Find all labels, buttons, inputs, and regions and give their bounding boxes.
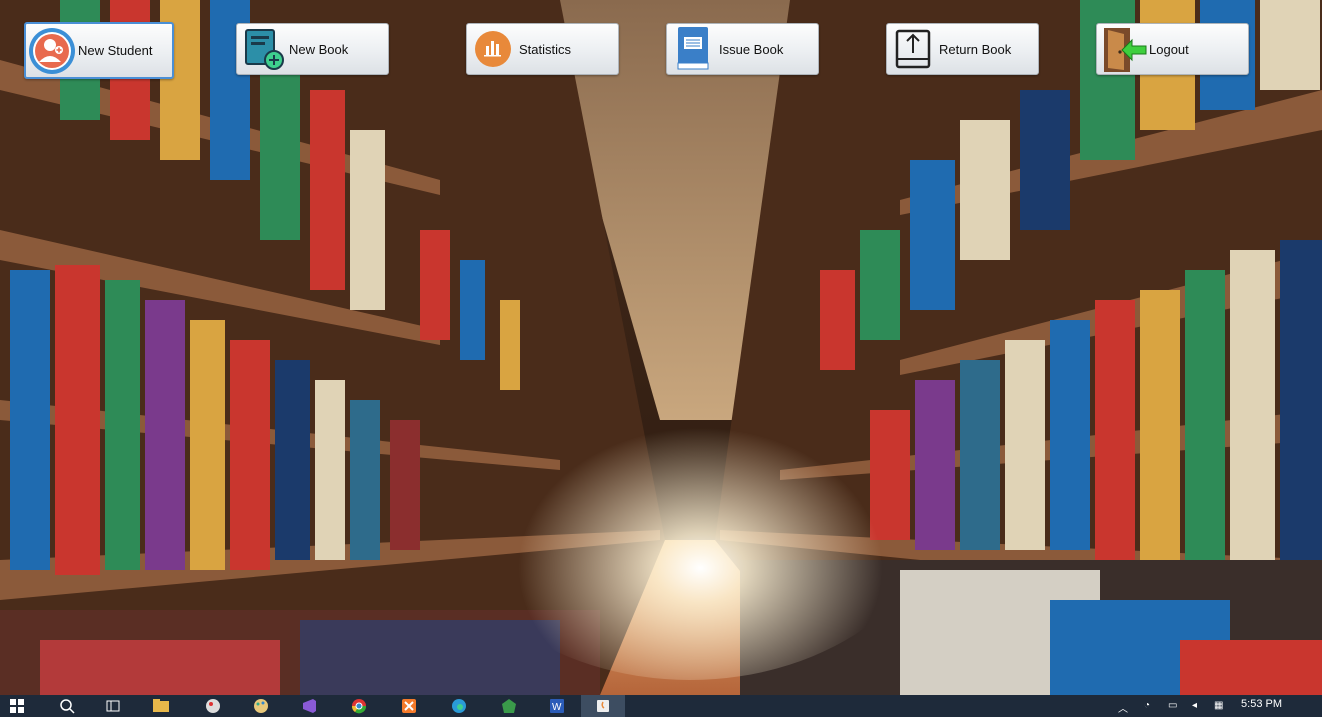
new-book-icon [237, 24, 289, 74]
return-book-label: Return Book [939, 41, 1012, 57]
new-student-label: New Student [78, 43, 153, 58]
keyboard-icon[interactable]: ▦ [1214, 700, 1223, 711]
taskbar-clock[interactable]: 5:53 PM [1241, 698, 1282, 710]
issue-book-icon [667, 24, 719, 74]
edge-icon[interactable] [450, 698, 468, 714]
app-green-icon[interactable] [500, 698, 518, 714]
library-background-image [0, 0, 1322, 695]
return-book-icon [887, 24, 939, 74]
statistics-button[interactable]: Statistics [466, 23, 619, 75]
paint-palette-icon[interactable] [252, 698, 270, 714]
windows-start-icon[interactable] [8, 698, 26, 714]
volume-icon[interactable]: ◂ [1192, 700, 1197, 711]
svg-text:W: W [552, 702, 562, 713]
logout-icon [1097, 24, 1149, 74]
statistics-label: Statistics [519, 41, 572, 57]
new-student-button[interactable]: New Student [24, 22, 174, 79]
file-explorer-icon[interactable] [152, 698, 170, 714]
new-student-icon [26, 26, 78, 76]
xampp-icon[interactable] [400, 698, 418, 714]
new-book-button[interactable]: New Book [236, 23, 389, 75]
tray-expand-icon[interactable]: ︿ [1118, 700, 1128, 715]
issue-book-button[interactable]: Issue Book [666, 23, 819, 75]
logout-button[interactable]: Logout [1096, 23, 1249, 75]
word-icon[interactable]: W [548, 698, 566, 714]
battery-icon[interactable]: ▭ [1168, 700, 1177, 711]
logout-label: Logout [1149, 41, 1189, 57]
issue-book-label: Issue Book [719, 41, 784, 57]
java-app-icon[interactable] [581, 695, 625, 717]
chrome-icon[interactable] [350, 698, 368, 714]
library-aisle-illustration [0, 0, 1322, 695]
return-book-button[interactable]: Return Book [886, 23, 1039, 75]
statistics-icon [467, 24, 519, 74]
task-view-icon[interactable] [104, 698, 122, 714]
new-book-label: New Book [289, 41, 349, 57]
paint-icon[interactable] [204, 698, 222, 714]
search-icon[interactable] [58, 698, 76, 714]
visual-studio-icon[interactable] [300, 698, 318, 714]
windows-taskbar: W ︿ ◔ ▭ ◂ ▦ 5:53 PM [0, 695, 1322, 717]
wifi-icon[interactable]: ◔ [1144, 700, 1150, 711]
